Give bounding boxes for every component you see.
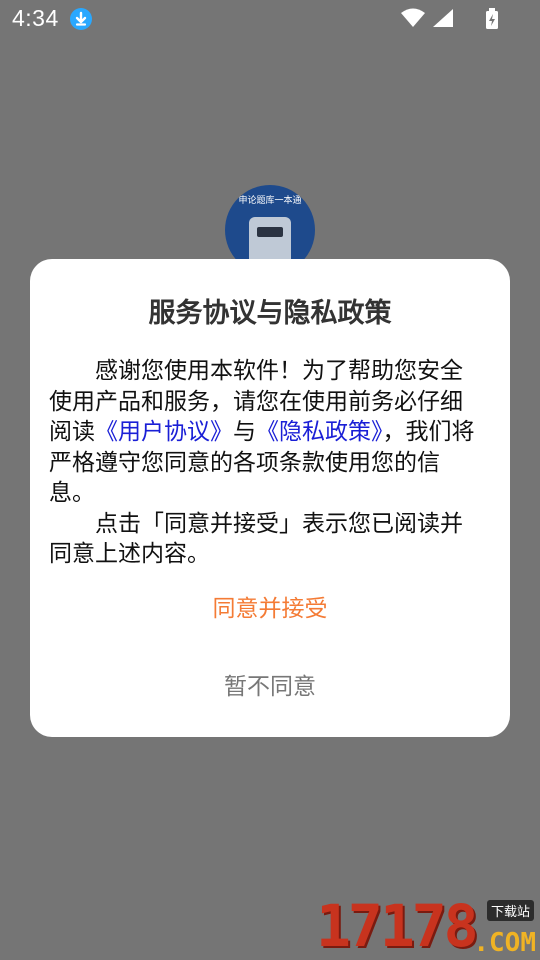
para1-middle: 与: [233, 419, 256, 445]
accept-button[interactable]: 同意并接受: [30, 579, 510, 639]
status-time: 4:34: [12, 5, 59, 31]
watermark-number: 17178: [316, 892, 479, 960]
wifi-icon: [400, 8, 426, 32]
download-icon: [70, 8, 92, 30]
watermark-logo: 17178 下载站 .COM: [316, 892, 540, 960]
app-logo-text: 申论题库一本通: [238, 196, 302, 206]
watermark-suffix: .COM: [473, 928, 536, 958]
user-agreement-link[interactable]: 《用户协议》: [95, 419, 233, 445]
dialog-paragraph-1: 感谢您使用本软件！为了帮助您安全使用产品和服务，请您在使用前务必仔细阅读《用户协…: [49, 356, 479, 509]
dialog-body: 感谢您使用本软件！为了帮助您安全使用产品和服务，请您在使用前务必仔细阅读《用户协…: [49, 356, 479, 570]
battery-icon: [485, 8, 499, 34]
status-bar: 4:34: [0, 0, 540, 36]
dialog-paragraph-2: 点击「同意并接受」表示您已阅读并同意上述内容。: [49, 510, 463, 568]
watermark-tag: 下载站: [486, 900, 534, 921]
signal-icon: [432, 8, 454, 32]
dialog-title: 服务协议与隐私政策: [148, 298, 392, 329]
privacy-policy-link[interactable]: 《隐私政策》: [256, 419, 383, 445]
decline-button[interactable]: 暂不同意: [30, 657, 510, 717]
privacy-dialog: 服务协议与隐私政策 感谢您使用本软件！为了帮助您安全使用产品和服务，请您在使用前…: [30, 259, 510, 737]
